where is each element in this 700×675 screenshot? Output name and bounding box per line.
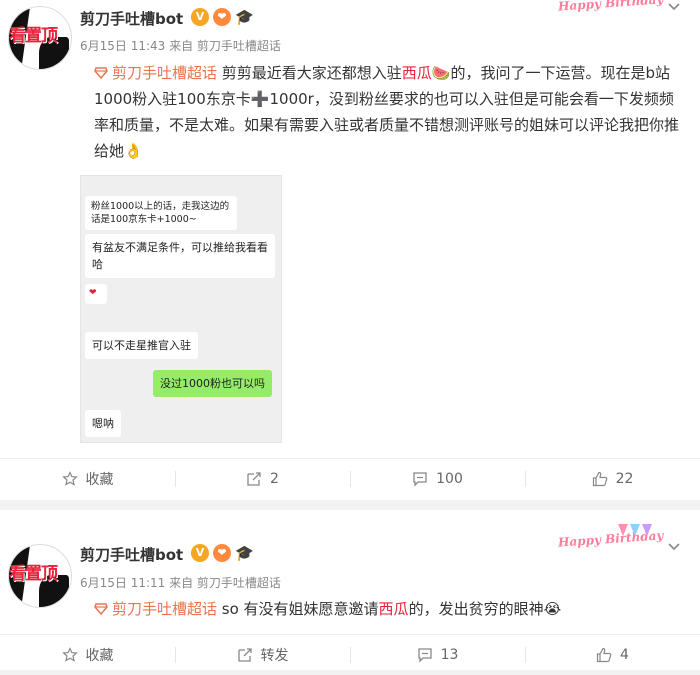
super-topic-icon: [94, 67, 108, 79]
post-text: 剪刀手吐槽超话 剪剪最近看大家还都想入驻西瓜🍉的，我问了一下运营。现在是b站10…: [94, 64, 680, 160]
thumbs-up-icon: [596, 647, 612, 663]
topic-link[interactable]: 剪刀手吐槽超话: [112, 600, 217, 618]
vip-icon: ❤: [213, 544, 231, 562]
thumbs-up-icon: [592, 471, 607, 487]
crying-emoji: 😭: [543, 600, 562, 618]
graduation-cap-icon: 🎓: [235, 544, 254, 562]
like-button[interactable]: 22: [525, 459, 700, 499]
favorite-button[interactable]: 收藏: [0, 459, 175, 499]
chevron-down-icon[interactable]: [668, 540, 680, 552]
author-name[interactable]: 剪刀手吐槽bot: [80, 544, 183, 565]
avatar[interactable]: 看置顶: [8, 544, 72, 608]
ok-hand-emoji: 👌: [124, 142, 143, 160]
vip-icon: ❤: [213, 8, 231, 26]
chat-message: ❤: [85, 284, 107, 304]
avatar-text: 看置顶: [9, 26, 58, 46]
comment-icon: [413, 472, 427, 487]
heart-emoji: ❤: [89, 288, 97, 298]
graduation-cap-icon: 🎓: [235, 8, 254, 26]
post-image[interactable]: 粉丝1000以上的话，走我这边的话是100京东卡+1000~ 有盆友不满足条件，…: [80, 175, 282, 443]
topic-link[interactable]: 剪刀手吐槽超话: [112, 64, 217, 82]
chat-message: 粉丝1000以上的话，走我这边的话是100京东卡+1000~: [85, 196, 237, 230]
chat-message: 有盆友不满足条件，可以推给我看看哈: [85, 234, 275, 278]
weibo-post-1: 看置顶 剪刀手吐槽bot V ❤ 🎓 Happy Birthday 6月15日 …: [0, 0, 700, 500]
action-bar: 收藏 2 100 22: [0, 458, 700, 499]
post-meta: 6月15日 11:43 来自 剪刀手吐槽超话: [80, 39, 281, 53]
comment-button[interactable]: 100: [350, 459, 525, 499]
highlight-keyword[interactable]: 西瓜: [379, 600, 409, 618]
birthday-decoration: Happy Birthday: [558, 0, 664, 22]
birthday-decoration: Happy Birthday: [558, 524, 664, 558]
birthday-text: Happy Birthday: [557, 0, 664, 14]
comment-button[interactable]: 13: [350, 635, 525, 675]
post-meta: 6月15日 11:11 来自 剪刀手吐槽超话: [80, 576, 281, 590]
chat-message: 嗯呐: [85, 410, 121, 437]
watermelon-emoji: 🍉: [431, 64, 451, 82]
comment-icon: [417, 648, 432, 663]
weibo-post-2: 看置顶 剪刀手吐槽bot V ❤ 🎓 Happy Birthday 6月15日 …: [0, 510, 700, 670]
verified-icon: V: [191, 544, 209, 562]
chat-message: 可以不走星推官入驻: [85, 332, 198, 359]
verified-icon: V: [191, 8, 209, 26]
author-name[interactable]: 剪刀手吐槽bot: [80, 8, 183, 29]
post-text: 剪刀手吐槽超话 so 有没有姐妹愿意邀请西瓜的，发出贫穷的眼神😭: [94, 596, 684, 622]
avatar[interactable]: 看置顶: [8, 6, 72, 70]
share-icon: [247, 472, 261, 486]
chat-message: 没过1000粉也可以吗: [153, 370, 272, 397]
chevron-down-icon[interactable]: [668, 0, 680, 12]
highlight-keyword[interactable]: 西瓜: [402, 64, 432, 82]
action-bar: 收藏 转发 13 4: [0, 634, 700, 675]
repost-button[interactable]: 2: [175, 459, 350, 499]
super-topic-icon: [94, 603, 108, 615]
plus-emoji: ➕: [250, 90, 270, 108]
user-badges: V ❤ 🎓: [191, 544, 254, 562]
star-icon: [61, 471, 78, 486]
like-button[interactable]: 4: [525, 635, 700, 675]
user-badges: V ❤ 🎓: [191, 8, 254, 26]
repost-button[interactable]: 转发: [175, 635, 350, 675]
star-icon: [61, 647, 78, 662]
favorite-button[interactable]: 收藏: [0, 635, 175, 675]
share-icon: [237, 648, 252, 662]
avatar-text: 看置顶: [9, 564, 58, 584]
